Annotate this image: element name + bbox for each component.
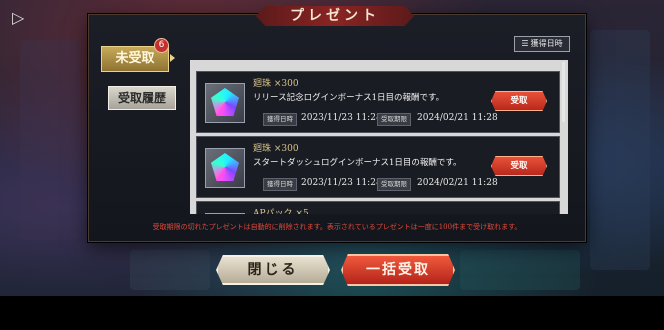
close-button[interactable]: 閉じる [216, 255, 330, 285]
expiry-label: 受取期限 [377, 113, 411, 126]
sort-label: 獲得日時 [530, 39, 563, 48]
acquired-date: 2023/11/23 11:28 [301, 113, 382, 123]
bottom-bar [0, 296, 664, 330]
tab-history[interactable]: 受取履歴 [108, 86, 176, 110]
list-item: APパック ×5 [196, 201, 560, 214]
item-name: 廻珠 ×300 [253, 144, 299, 154]
expiry-date: 2024/02/21 11:28 [417, 178, 498, 188]
list-item: 廻珠 ×300 スタートダッシュログインボーナス1日目の報酬です。 獲得日時 2… [196, 136, 560, 198]
list-scrollbar[interactable] [562, 62, 565, 122]
receive-all-button[interactable]: 一括受取 [341, 254, 455, 286]
item-name: APパック ×5 [253, 209, 309, 214]
sort-icon: ☰ [521, 39, 529, 48]
acquired-label: 獲得日時 [263, 113, 297, 126]
sort-button[interactable]: ☰ 獲得日時 [514, 36, 570, 52]
expiry-date: 2024/02/21 11:28 [417, 113, 498, 123]
receive-button[interactable]: 受取 [491, 91, 547, 111]
receive-button[interactable]: 受取 [491, 156, 547, 176]
notice-text: 受取期限の切れたプレゼントは自動的に削除されます。表示されているプレゼントは一度… [152, 223, 522, 231]
expiry-label: 受取期限 [377, 178, 411, 191]
item-description: スタートダッシュログインボーナス1日目の報酬です。 [253, 158, 462, 168]
present-list[interactable]: 廻珠 ×300 リリース記念ログインボーナス1日目の報酬です。 獲得日時 202… [190, 60, 568, 214]
acquired-label: 獲得日時 [263, 178, 297, 191]
unreceived-count-badge: 6 [154, 38, 169, 53]
tab-arrow-icon [170, 54, 175, 62]
play-icon[interactable]: ▷ [12, 9, 30, 27]
item-name: 廻珠 ×300 [253, 79, 299, 89]
acquired-date: 2023/11/23 11:28 [301, 178, 382, 188]
item-icon-frame [205, 213, 245, 214]
list-item: 廻珠 ×300 リリース記念ログインボーナス1日目の報酬です。 獲得日時 202… [196, 71, 560, 133]
item-description: リリース記念ログインボーナス1日目の報酬です。 [253, 93, 445, 103]
panel-title: プレゼント [256, 6, 414, 26]
